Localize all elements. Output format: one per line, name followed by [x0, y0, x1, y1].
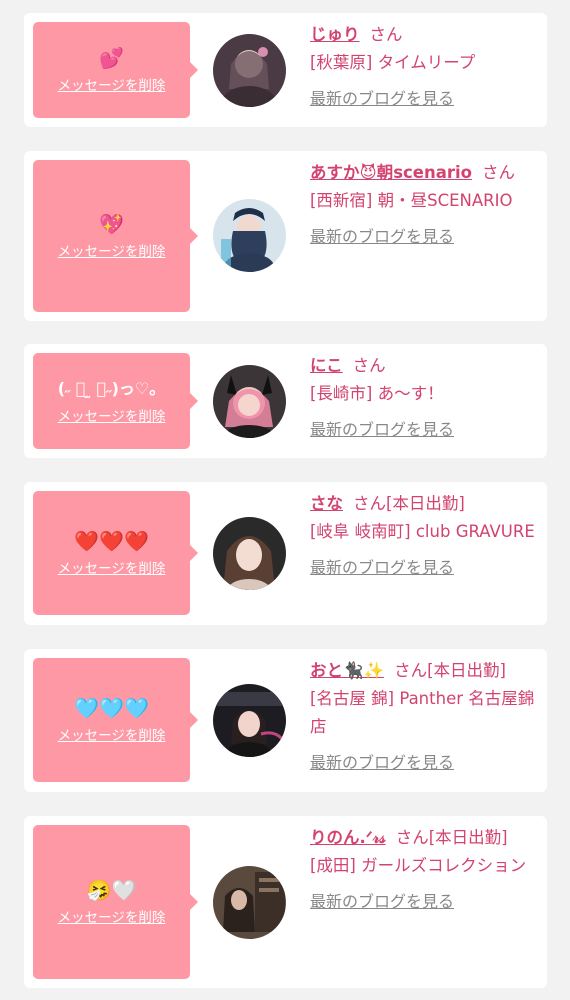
girl-info: じゅり さん [秋葉原] タイムリープ 最新のブログを見る [310, 21, 542, 113]
latest-blog-link[interactable]: 最新のブログを見る [310, 223, 454, 251]
message-bubble: (˶ ॑ ̫ ॑˶)っ♡。 メッセージを削除 [33, 353, 198, 449]
girl-name-link[interactable]: じゅり [310, 25, 360, 44]
name-line: にこ さん [310, 352, 542, 380]
message-card: (˶ ॑ ̫ ॑˶)っ♡。 メッセージを削除 にこ さん [長崎市] あ〜す！ 最… [24, 344, 547, 458]
delete-message-link[interactable]: メッセージを削除 [58, 557, 166, 577]
name-line: あすか😈朝scenario さん [310, 159, 542, 187]
message-card: 🩵🩵🩵 メッセージを削除 おと🐈‍⬛✨ さん[本日出勤] [名古屋 錦] Pant… [24, 649, 547, 792]
girl-name-link[interactable]: りのん.ᐟ𝓇𝓈 [310, 828, 386, 847]
latest-blog-link[interactable]: 最新のブログを見る [310, 416, 454, 444]
girl-name-link[interactable]: おと🐈‍⬛✨ [310, 661, 384, 680]
girl-info: りのん.ᐟ𝓇𝓈 さん[本日出勤] [成田] ガールズコレクション 最新のブログを見… [310, 824, 542, 916]
name-suffix: さん [352, 356, 386, 375]
message-emoji: 💕 [99, 46, 124, 70]
delete-message-link[interactable]: メッセージを削除 [58, 724, 166, 744]
avatar[interactable] [213, 34, 286, 107]
name-suffix: さん[本日出勤] [395, 828, 508, 847]
message-emoji: 💖 [99, 212, 124, 236]
message-bubble: ❤️❤️❤️ メッセージを削除 [33, 491, 198, 615]
delete-message-link[interactable]: メッセージを削除 [58, 906, 166, 926]
latest-blog-link[interactable]: 最新のブログを見る [310, 85, 454, 113]
shop-label: [西新宿] 朝・昼SCENARIO [310, 191, 513, 210]
delete-message-link[interactable]: メッセージを削除 [58, 240, 166, 260]
message-bubble: 💖 メッセージを削除 [33, 160, 198, 312]
shop-label: [名古屋 錦] Panther 名古屋錦店 [310, 689, 535, 736]
latest-blog-link[interactable]: 最新のブログを見る [310, 554, 454, 582]
delete-message-link[interactable]: メッセージを削除 [58, 74, 166, 94]
message-emoji: 🩵🩵🩵 [74, 696, 149, 720]
message-bubble: 💕 メッセージを削除 [33, 22, 198, 118]
message-emoji: 🤧🤍 [86, 878, 137, 902]
name-suffix: さん[本日出勤] [353, 494, 465, 513]
delete-message-link[interactable]: メッセージを削除 [58, 405, 166, 425]
shop-label: [長崎市] あ〜す！ [310, 384, 444, 403]
girl-name-link[interactable]: にこ [310, 356, 343, 375]
name-line: さな さん[本日出勤] [310, 490, 542, 518]
girl-info: さな さん[本日出勤] [岐阜 岐南町] club GRAVURE 最新のブログを… [310, 490, 542, 582]
name-line: おと🐈‍⬛✨ さん[本日出勤] [310, 657, 542, 685]
girl-info: おと🐈‍⬛✨ さん[本日出勤] [名古屋 錦] Panther 名古屋錦店 最新の… [310, 657, 542, 777]
avatar[interactable] [213, 866, 286, 939]
shop-label: [岐阜 岐南町] club GRAVURE [310, 522, 535, 541]
girl-name-link[interactable]: あすか😈朝scenario [310, 163, 472, 182]
message-emoji: (˶ ॑ ̫ ॑˶)っ♡。 [57, 379, 166, 398]
name-suffix: さん [369, 25, 403, 44]
message-emoji: ❤️❤️❤️ [74, 529, 149, 553]
name-suffix: さん[本日出勤] [394, 661, 506, 680]
latest-blog-link[interactable]: 最新のブログを見る [310, 749, 454, 777]
girl-info: にこ さん [長崎市] あ〜す！ 最新のブログを見る [310, 352, 542, 444]
message-card: 🤧🤍 メッセージを削除 りのん.ᐟ𝓇𝓈 さん[本日出勤] [成田] ガールズコレク… [24, 816, 547, 988]
name-line: りのん.ᐟ𝓇𝓈 さん[本日出勤] [310, 824, 542, 852]
avatar[interactable] [213, 517, 286, 590]
message-bubble: 🤧🤍 メッセージを削除 [33, 825, 198, 979]
avatar[interactable] [213, 684, 286, 757]
name-line: じゅり さん [310, 21, 542, 49]
latest-blog-link[interactable]: 最新のブログを見る [310, 888, 454, 916]
girl-name-link[interactable]: さな [310, 494, 343, 513]
name-suffix: さん [482, 163, 516, 182]
message-bubble: 🩵🩵🩵 メッセージを削除 [33, 658, 198, 782]
shop-label: [秋葉原] タイムリープ [310, 53, 476, 72]
message-card: 💖 メッセージを削除 あすか😈朝scenario さん [西新宿] 朝・昼SCEN… [24, 151, 547, 321]
message-card: ❤️❤️❤️ メッセージを削除 さな さん[本日出勤] [岐阜 岐南町] club… [24, 482, 547, 625]
avatar[interactable] [213, 365, 286, 438]
message-card: 💕 メッセージを削除 じゅり さん [秋葉原] タイムリープ 最新のブログを見る [24, 13, 547, 127]
shop-label: [成田] ガールズコレクション [310, 856, 527, 875]
girl-info: あすか😈朝scenario さん [西新宿] 朝・昼SCENARIO 最新のブログ… [310, 159, 542, 251]
avatar[interactable] [213, 199, 286, 272]
